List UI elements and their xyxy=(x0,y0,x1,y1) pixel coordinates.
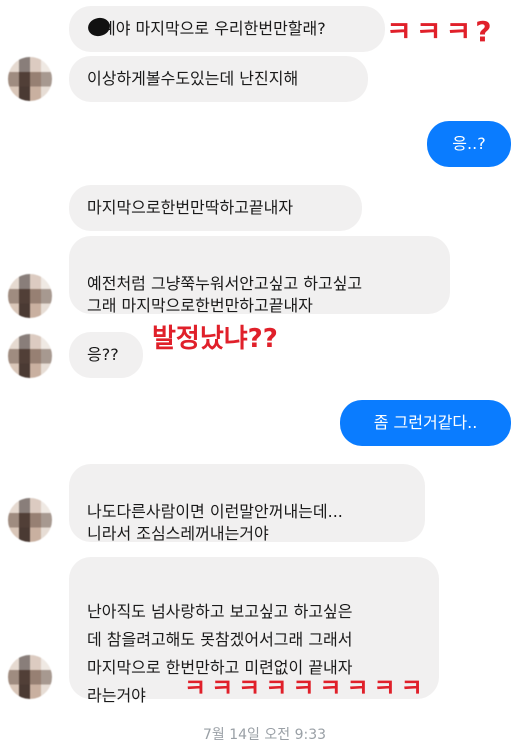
contact-avatar[interactable] xyxy=(8,57,52,101)
message-text: 응?? xyxy=(87,345,119,364)
message-text: 예전처럼 그냥쭉누워서안고싶고 하고싶고 그래 마지막으로한번만하고끝내자 xyxy=(87,274,363,315)
message-text: 마지막으로한번만딱하고끝내자 xyxy=(87,198,294,217)
annotation-in-heat: 발정났냐?? xyxy=(152,324,278,354)
incoming-message: 이상하게볼수도있는데 난진지해 xyxy=(69,56,368,102)
contact-avatar[interactable] xyxy=(8,655,52,699)
incoming-message: 응?? xyxy=(69,332,143,378)
contact-avatar[interactable] xyxy=(8,274,52,318)
incoming-message: 예야 마지막으로 우리한번만할래? xyxy=(69,6,385,52)
message-text: 예야 마지막으로 우리한번만할래? xyxy=(101,19,326,38)
contact-avatar[interactable] xyxy=(8,334,52,378)
outgoing-message: 좀 그런거같다.. xyxy=(340,400,511,446)
incoming-message: 예전처럼 그냥쭉누워서안고싶고 하고싶고 그래 마지막으로한번만하고끝내자 xyxy=(69,236,450,315)
message-text: 이상하게볼수도있는데 난진지해 xyxy=(87,69,299,88)
message-text: 좀 그런거같다.. xyxy=(373,413,478,432)
message-text: 응..? xyxy=(452,134,486,153)
outgoing-message: 응..? xyxy=(427,121,511,167)
message-text: 나도다른사람이면 이런말안꺼내는데... 니라서 조심스레꺼내는거야 xyxy=(87,502,343,543)
contact-avatar[interactable] xyxy=(8,498,52,542)
message-timestamp: 7월 14일 오전 9:33 xyxy=(202,727,327,743)
incoming-message: 나도다른사람이면 이런말안꺼내는데... 니라서 조심스레꺼내는거야 xyxy=(69,464,425,543)
annotation-laugh-question: ㅋㅋㅋ? xyxy=(386,15,496,48)
annotation-laughing: ㅋㅋㅋㅋㅋㅋㅋㅋㅋ xyxy=(184,674,428,702)
incoming-message: 마지막으로한번만딱하고끝내자 xyxy=(69,185,362,231)
